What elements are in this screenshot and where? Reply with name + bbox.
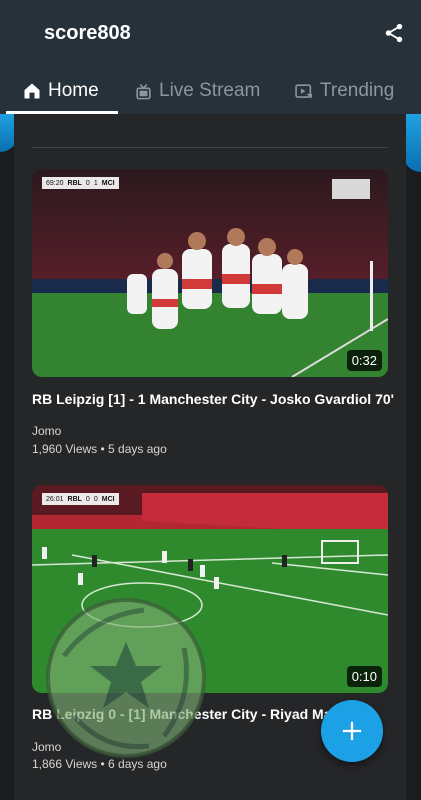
tab-live-stream-label: Live Stream xyxy=(159,80,261,101)
score-bug: 69:20 RBL 0 1 MCI xyxy=(42,177,119,189)
upload-age: 5 days ago xyxy=(108,442,167,456)
video-meta: 1,960 Views • 5 days ago xyxy=(32,442,167,456)
tab-home-label: Home xyxy=(48,80,99,101)
live-stream-icon xyxy=(136,83,151,99)
match-time: 69:20 xyxy=(46,179,64,187)
trending-icon xyxy=(295,83,312,99)
match-time: 26:01 xyxy=(46,495,64,503)
meta-separator: • xyxy=(100,442,105,456)
goal-celebration-thumbnail xyxy=(32,169,388,377)
home-team: RBL xyxy=(67,495,82,503)
tab-trending-label: Trending xyxy=(320,80,395,101)
share-icon xyxy=(385,23,403,43)
video-title[interactable]: RB Leipzig [1] - 1 Manchester City - Jos… xyxy=(32,391,394,407)
video-duration: 0:10 xyxy=(346,666,382,687)
video-author: Jomo xyxy=(32,424,62,438)
divider xyxy=(32,147,388,148)
add-button[interactable] xyxy=(321,700,383,762)
active-tab-indicator xyxy=(6,111,118,114)
tab-home[interactable]: Home xyxy=(22,68,99,114)
away-score: 0 xyxy=(93,495,98,503)
tab-trending[interactable]: Trending xyxy=(294,68,394,114)
away-team: MCI xyxy=(101,495,115,503)
home-icon xyxy=(24,83,40,99)
plus-icon xyxy=(342,721,362,741)
app-title: score808 xyxy=(44,22,131,44)
share-button[interactable] xyxy=(380,19,408,47)
video-thumbnail[interactable]: 69:20 RBL 0 1 MCI 0:32 xyxy=(32,169,388,377)
soccer-ball-watermark xyxy=(44,596,208,760)
score-bug: 26:01 RBL 0 0 MCI xyxy=(42,493,119,505)
away-team: MCI xyxy=(101,179,115,187)
home-score: 0 xyxy=(85,495,90,503)
home-score: 0 xyxy=(85,179,90,187)
away-score: 1 xyxy=(93,179,98,187)
video-duration: 0:32 xyxy=(346,350,382,371)
soccer-ball-icon xyxy=(46,598,206,758)
app-bar: score808 Home Live Stream Trending xyxy=(0,0,421,114)
view-count: 1,960 Views xyxy=(32,442,98,456)
tab-bar: Home Live Stream Trending xyxy=(0,68,421,114)
home-team: RBL xyxy=(67,179,82,187)
tab-live-stream[interactable]: Live Stream xyxy=(134,68,260,114)
